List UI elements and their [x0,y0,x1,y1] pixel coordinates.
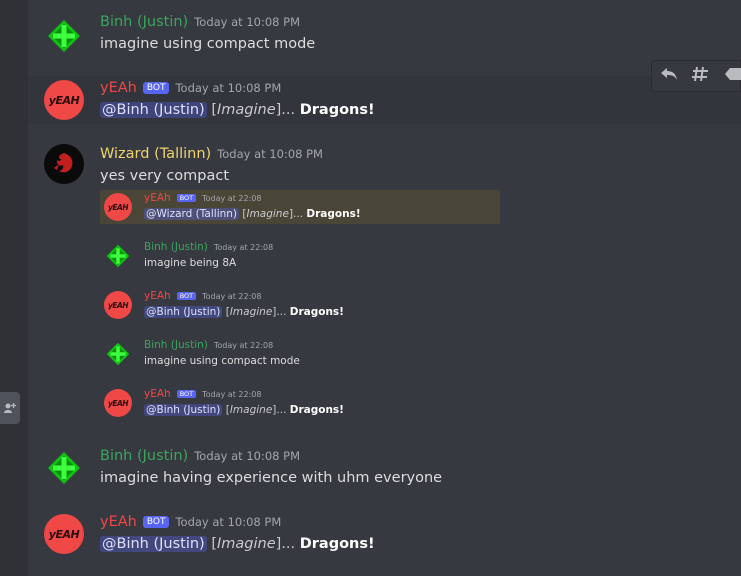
bot-badge: BOT [176,194,197,202]
message-text: @Binh (Justin) [Imagine]... Dragons! [100,536,375,552]
list-item: Binh (Justin) Today at 22:08 imagine usi… [100,337,500,371]
avatar[interactable]: yEAH [44,80,84,120]
plus-diamond-icon [106,342,130,366]
timestamp: Today at 22:08 [202,194,262,203]
message: Binh (Justin) Today at 10:08 PM imagine … [28,442,741,498]
username[interactable]: yEAh [100,514,137,530]
list-item: yEAH yEAh BOT Today at 22:08 @Binh (Just… [100,386,500,420]
avatar [104,242,132,270]
bot-badge: BOT [142,516,170,528]
avatar [104,340,132,368]
avatar: yEAH [104,389,132,417]
message-text: @Binh (Justin) [Imagine]... Dragons! [100,102,375,118]
list-item: Binh (Justin) Today at 22:08 imagine bei… [100,239,500,273]
username[interactable]: Binh (Justin) [100,448,188,464]
message-text: @Binh (Justin) [Imagine]... Dragons! [144,306,344,318]
avatar[interactable] [44,448,84,488]
timestamp: Today at 10:08 PM [194,15,300,29]
message: Binh (Justin) Today at 10:08 PM imagine … [28,8,741,68]
bot-badge: BOT [176,390,197,398]
username[interactable]: yEAh [100,80,137,96]
avatar: yEAH [104,193,132,221]
plus-diamond-icon [106,244,130,268]
timestamp: Today at 22:08 [202,292,262,301]
message-text: imagine having experience with uhm every… [100,470,443,486]
message: Wizard (Tallinn) Today at 10:08 PM yes v… [28,140,741,430]
dragon-sigil-icon [54,153,73,173]
timestamp: Today at 10:08 PM [175,81,282,95]
username[interactable]: Binh (Justin) [100,14,188,30]
avatar[interactable] [44,16,84,56]
mention[interactable]: @Binh (Justin) [100,536,207,552]
username: Binh (Justin) [144,241,208,253]
timestamp: Today at 22:08 [213,243,274,252]
timestamp: Today at 10:08 PM [175,515,282,529]
list-item: yEAH yEAh BOT Today at 22:08 @Binh (Just… [100,288,500,322]
message-text: @Wizard (Tallinn) [Imagine]... Dragons! [144,208,361,220]
message: yEAH yEAh BOT Today at 10:08 PM @Binh (J… [28,76,741,124]
message-text: yes very compact [100,168,230,184]
list-item: yEAH yEAh BOT Today at 22:08 @Wizard (Ta… [100,190,500,224]
message: yEAH yEAh BOT Today at 10:08 PM @Binh (J… [28,508,741,568]
embedded-screenshot: yEAH yEAh BOT Today at 22:08 @Wizard (Ta… [100,190,500,430]
avatar: yEAH [104,291,132,319]
avatar-text: yEAH [48,527,80,541]
left-rail [0,0,28,576]
avatar-text: yEAH [48,93,80,107]
username: yEAh [144,192,171,204]
timestamp: Today at 10:08 PM [194,449,300,463]
avatar[interactable]: yEAH [44,514,84,554]
username: yEAh [144,388,171,400]
message-toolbar [651,60,741,92]
add-member-icon[interactable] [0,392,20,424]
username[interactable]: Wizard (Tallinn) [100,146,211,162]
message-text: imagine using compact mode [100,36,316,52]
message-text: @Binh (Justin) [Imagine]... Dragons! [144,404,344,416]
mention[interactable]: @Binh (Justin) [100,102,207,118]
message-text: imagine being 8A [144,257,237,269]
username: yEAh [144,290,171,302]
chat-area: Binh (Justin) Today at 10:08 PM imagine … [28,0,741,576]
thread-icon[interactable] [692,66,710,86]
bot-badge: BOT [142,82,170,94]
avatar[interactable] [44,144,84,184]
timestamp: Today at 22:08 [202,390,262,399]
message-text: imagine using compact mode [144,355,300,367]
timestamp: Today at 22:08 [213,341,274,350]
more-icon[interactable] [724,67,741,85]
timestamp: Today at 10:08 PM [217,147,323,161]
plus-diamond-icon [48,452,80,484]
reply-icon[interactable] [660,67,678,85]
plus-diamond-icon [48,20,80,52]
username: Binh (Justin) [144,339,208,351]
bot-badge: BOT [176,292,197,300]
